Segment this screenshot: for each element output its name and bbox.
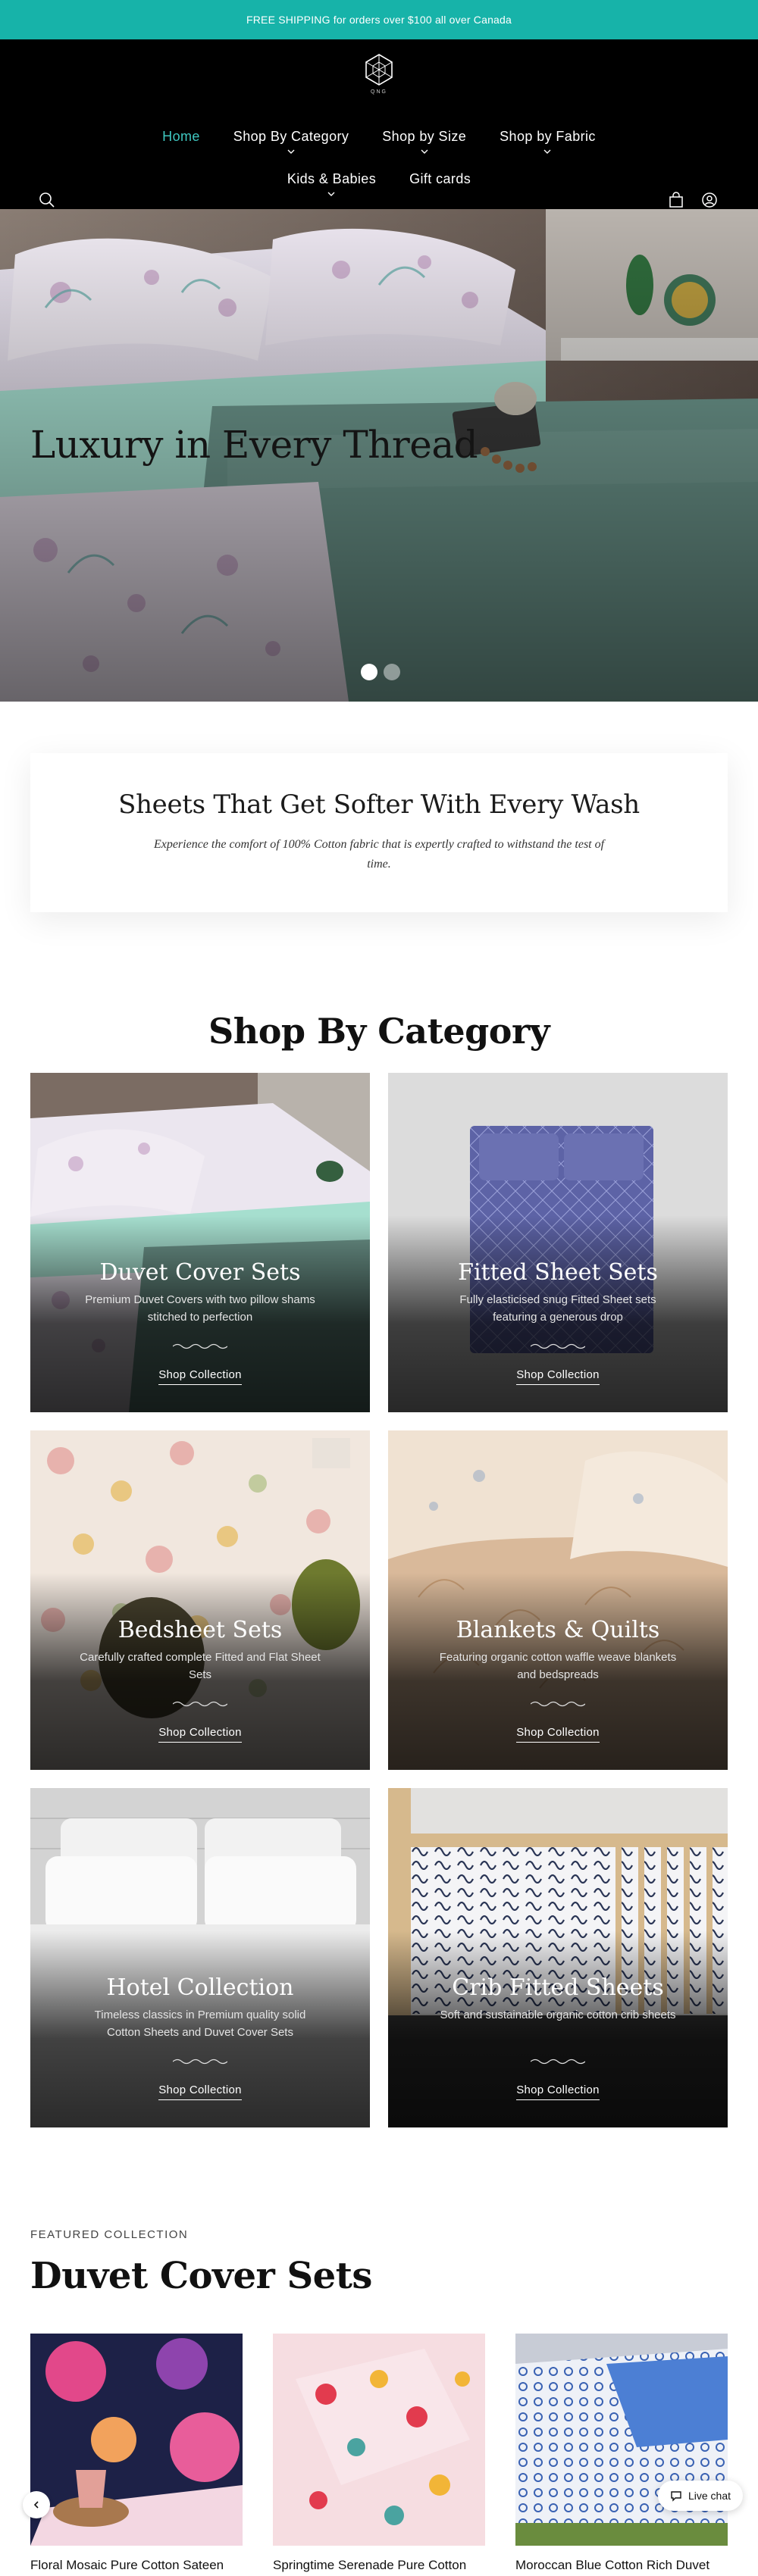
- live-chat-button[interactable]: Live chat: [658, 2481, 743, 2511]
- slideshow-dots: [361, 664, 400, 680]
- shop-collection-link[interactable]: Shop Collection: [388, 1368, 728, 1385]
- nav-gift-cards[interactable]: Gift cards: [409, 171, 471, 187]
- shop-collection-link[interactable]: Shop Collection: [388, 1726, 728, 1743]
- nav-label: Shop by Size: [382, 129, 467, 144]
- category-desc: Fully elasticised snug Fitted Sheet sets…: [459, 1293, 656, 1324]
- softer-heading: Sheets That Get Softer With Every Wash: [118, 789, 640, 820]
- chat-bubble-icon: [671, 2491, 681, 2502]
- nav-label: Kids & Babies: [287, 171, 377, 186]
- category-desc: Timeless classics in Premium quality sol…: [94, 2009, 306, 2039]
- chevron-down-icon: [421, 149, 428, 154]
- category-title: Fitted Sheet Sets: [458, 1259, 658, 1286]
- softer-banner: Sheets That Get Softer With Every Wash E…: [30, 753, 728, 912]
- user-icon: [702, 192, 717, 208]
- shop-collection-link[interactable]: Shop Collection: [388, 2084, 728, 2100]
- category-card-blankets-quilts[interactable]: Blankets & Quilts Featuring organic cott…: [388, 1430, 728, 1770]
- announcement-text: FREE SHIPPING for orders over $100 all o…: [246, 14, 512, 26]
- product-card[interactable]: Floral Mosaic Pure Cotton Sateen: [30, 2334, 243, 2573]
- shop-collection-link[interactable]: Shop Collection: [30, 1368, 370, 1385]
- main-nav-row-2: Kids & Babies Gift cards: [0, 171, 758, 196]
- logo-tagline: QNG: [371, 89, 387, 95]
- wave-divider-icon: [173, 1343, 227, 1349]
- shop-collection-label: Shop Collection: [516, 1726, 600, 1743]
- product-name: Moroccan Blue Cotton Rich Duvet: [515, 2558, 710, 2572]
- nav-shop-by-category[interactable]: Shop By Category: [233, 129, 349, 154]
- featured-label: FEATURED COLLECTION: [30, 2228, 189, 2241]
- product-image-springtime-serenade: [273, 2334, 485, 2546]
- hero-slideshow[interactable]: Luxury in Every Thread: [0, 209, 758, 702]
- live-chat-label: Live chat: [688, 2490, 731, 2502]
- wave-divider-icon: [531, 1343, 585, 1349]
- category-title: Duvet Cover Sets: [99, 1259, 301, 1286]
- shop-collection-link[interactable]: Shop Collection: [30, 1726, 370, 1743]
- category-title: Crib Fitted Sheets: [452, 1974, 664, 2001]
- wave-divider-icon: [173, 1701, 227, 1707]
- category-card-hotel-collection[interactable]: Hotel Collection Timeless classics in Pr…: [30, 1788, 370, 2127]
- shop-collection-label: Shop Collection: [516, 1368, 600, 1385]
- chevron-left-icon: [33, 2501, 39, 2509]
- featured-title[interactable]: Duvet Cover Sets: [30, 2255, 372, 2297]
- carousel-prev-button[interactable]: [23, 2491, 50, 2518]
- hero-title: Luxury in Every Thread: [30, 423, 478, 467]
- product-image-floral-mosaic: [30, 2334, 243, 2546]
- product-card[interactable]: Moroccan Blue Cotton Rich Duvet: [515, 2334, 728, 2573]
- bag-icon: [669, 192, 683, 208]
- category-card-fitted-sheet-sets[interactable]: Fitted Sheet Sets Fully elasticised snug…: [388, 1073, 728, 1412]
- chevron-down-icon: [327, 192, 335, 196]
- main-nav-row-1: Home Shop By Category Shop by Size Shop …: [0, 129, 758, 154]
- cart-button[interactable]: [666, 189, 687, 211]
- logo-mark-icon: [365, 54, 393, 86]
- wave-divider-icon: [531, 2059, 585, 2065]
- slide-dot-1[interactable]: [361, 664, 377, 680]
- nav-kids-babies[interactable]: Kids & Babies: [287, 171, 377, 196]
- softer-text: Experience the comfort of 100% Cotton fa…: [153, 838, 605, 871]
- shop-collection-label: Shop Collection: [158, 1726, 242, 1743]
- category-card-bedsheet-sets[interactable]: Bedsheet Sets Carefully crafted complete…: [30, 1430, 370, 1770]
- shop-collection-label: Shop Collection: [516, 2084, 600, 2100]
- chevron-down-icon: [287, 149, 295, 154]
- product-card[interactable]: Springtime Serenade Pure Cotton: [273, 2334, 485, 2573]
- announcement-bar: FREE SHIPPING for orders over $100 all o…: [0, 0, 758, 39]
- category-desc: Featuring organic cotton waffle weave bl…: [439, 1651, 677, 1681]
- nav-shop-by-size[interactable]: Shop by Size: [382, 129, 467, 154]
- category-title: Blankets & Quilts: [456, 1617, 660, 1643]
- product-image-moroccan-blue: [515, 2334, 728, 2546]
- nav-shop-by-fabric[interactable]: Shop by Fabric: [500, 129, 596, 154]
- category-desc: Soft and sustainable organic cotton crib…: [440, 2009, 676, 2021]
- nav-label: Gift cards: [409, 171, 471, 186]
- wave-divider-icon: [173, 2059, 227, 2065]
- category-desc: Premium Duvet Covers with two pillow sha…: [85, 1293, 315, 1324]
- nav-label: Shop by Fabric: [500, 129, 596, 144]
- shop-collection-label: Shop Collection: [158, 2084, 242, 2100]
- account-button[interactable]: [699, 189, 720, 211]
- nav-label: Shop By Category: [233, 129, 349, 144]
- shop-collection-label: Shop Collection: [158, 1368, 242, 1385]
- category-desc: Carefully crafted complete Fitted and Fl…: [80, 1651, 321, 1681]
- nav-home[interactable]: Home: [162, 129, 200, 145]
- category-title: Hotel Collection: [106, 1974, 294, 2001]
- wave-divider-icon: [531, 1701, 585, 1707]
- brand-logo[interactable]: QNG: [361, 52, 397, 95]
- search-button[interactable]: [36, 189, 58, 211]
- category-card-crib-fitted-sheets[interactable]: Crib Fitted Sheets Soft and sustainable …: [388, 1788, 728, 2127]
- slide-dot-2[interactable]: [384, 664, 400, 680]
- chevron-down-icon: [543, 149, 551, 154]
- nav-label: Home: [162, 129, 200, 144]
- shop-collection-link[interactable]: Shop Collection: [30, 2084, 370, 2100]
- product-name: Springtime Serenade Pure Cotton: [273, 2558, 467, 2572]
- category-card-duvet-cover-sets[interactable]: Duvet Cover Sets Premium Duvet Covers wi…: [30, 1073, 370, 1412]
- category-title: Bedsheet Sets: [117, 1617, 283, 1643]
- category-heading: Shop By Category: [208, 1011, 550, 1052]
- search-icon: [39, 192, 55, 208]
- product-name: Floral Mosaic Pure Cotton Sateen: [30, 2558, 224, 2572]
- site-header: QNG Home Shop By Category Shop by Size S…: [0, 39, 758, 209]
